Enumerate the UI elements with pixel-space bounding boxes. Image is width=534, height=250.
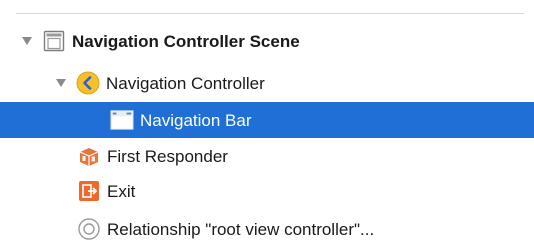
scene-label: Navigation Controller Scene [72, 31, 300, 51]
divider [16, 13, 524, 14]
outline-row-navigation-controller[interactable]: Navigation Controller [0, 66, 534, 100]
navigation-controller-label: Navigation Controller [106, 73, 265, 93]
outline-row-exit[interactable]: Exit [0, 174, 534, 208]
document-outline: Navigation Controller Scene Navigation C… [0, 0, 534, 250]
navigation-bar-label: Navigation Bar [140, 110, 252, 130]
disclosure-expanded-icon[interactable] [20, 34, 34, 48]
exit-icon [77, 179, 101, 203]
first-responder-label: First Responder [107, 146, 228, 166]
navigation-controller-icon [76, 71, 100, 95]
exit-label: Exit [107, 181, 136, 201]
outline-row-relationship[interactable]: Relationship "root view controller"... [0, 212, 534, 246]
relationship-icon [77, 217, 101, 241]
disclosure-expanded-icon[interactable] [54, 76, 68, 90]
relationship-label: Relationship "root view controller"... [107, 219, 375, 239]
outline-row-scene[interactable]: Navigation Controller Scene [0, 24, 534, 58]
navigation-bar-icon [110, 108, 134, 132]
first-responder-icon [77, 144, 101, 168]
outline-row-navigation-bar[interactable]: Navigation Bar [0, 102, 534, 138]
outline-row-first-responder[interactable]: First Responder [0, 139, 534, 173]
scene-icon [42, 29, 66, 53]
